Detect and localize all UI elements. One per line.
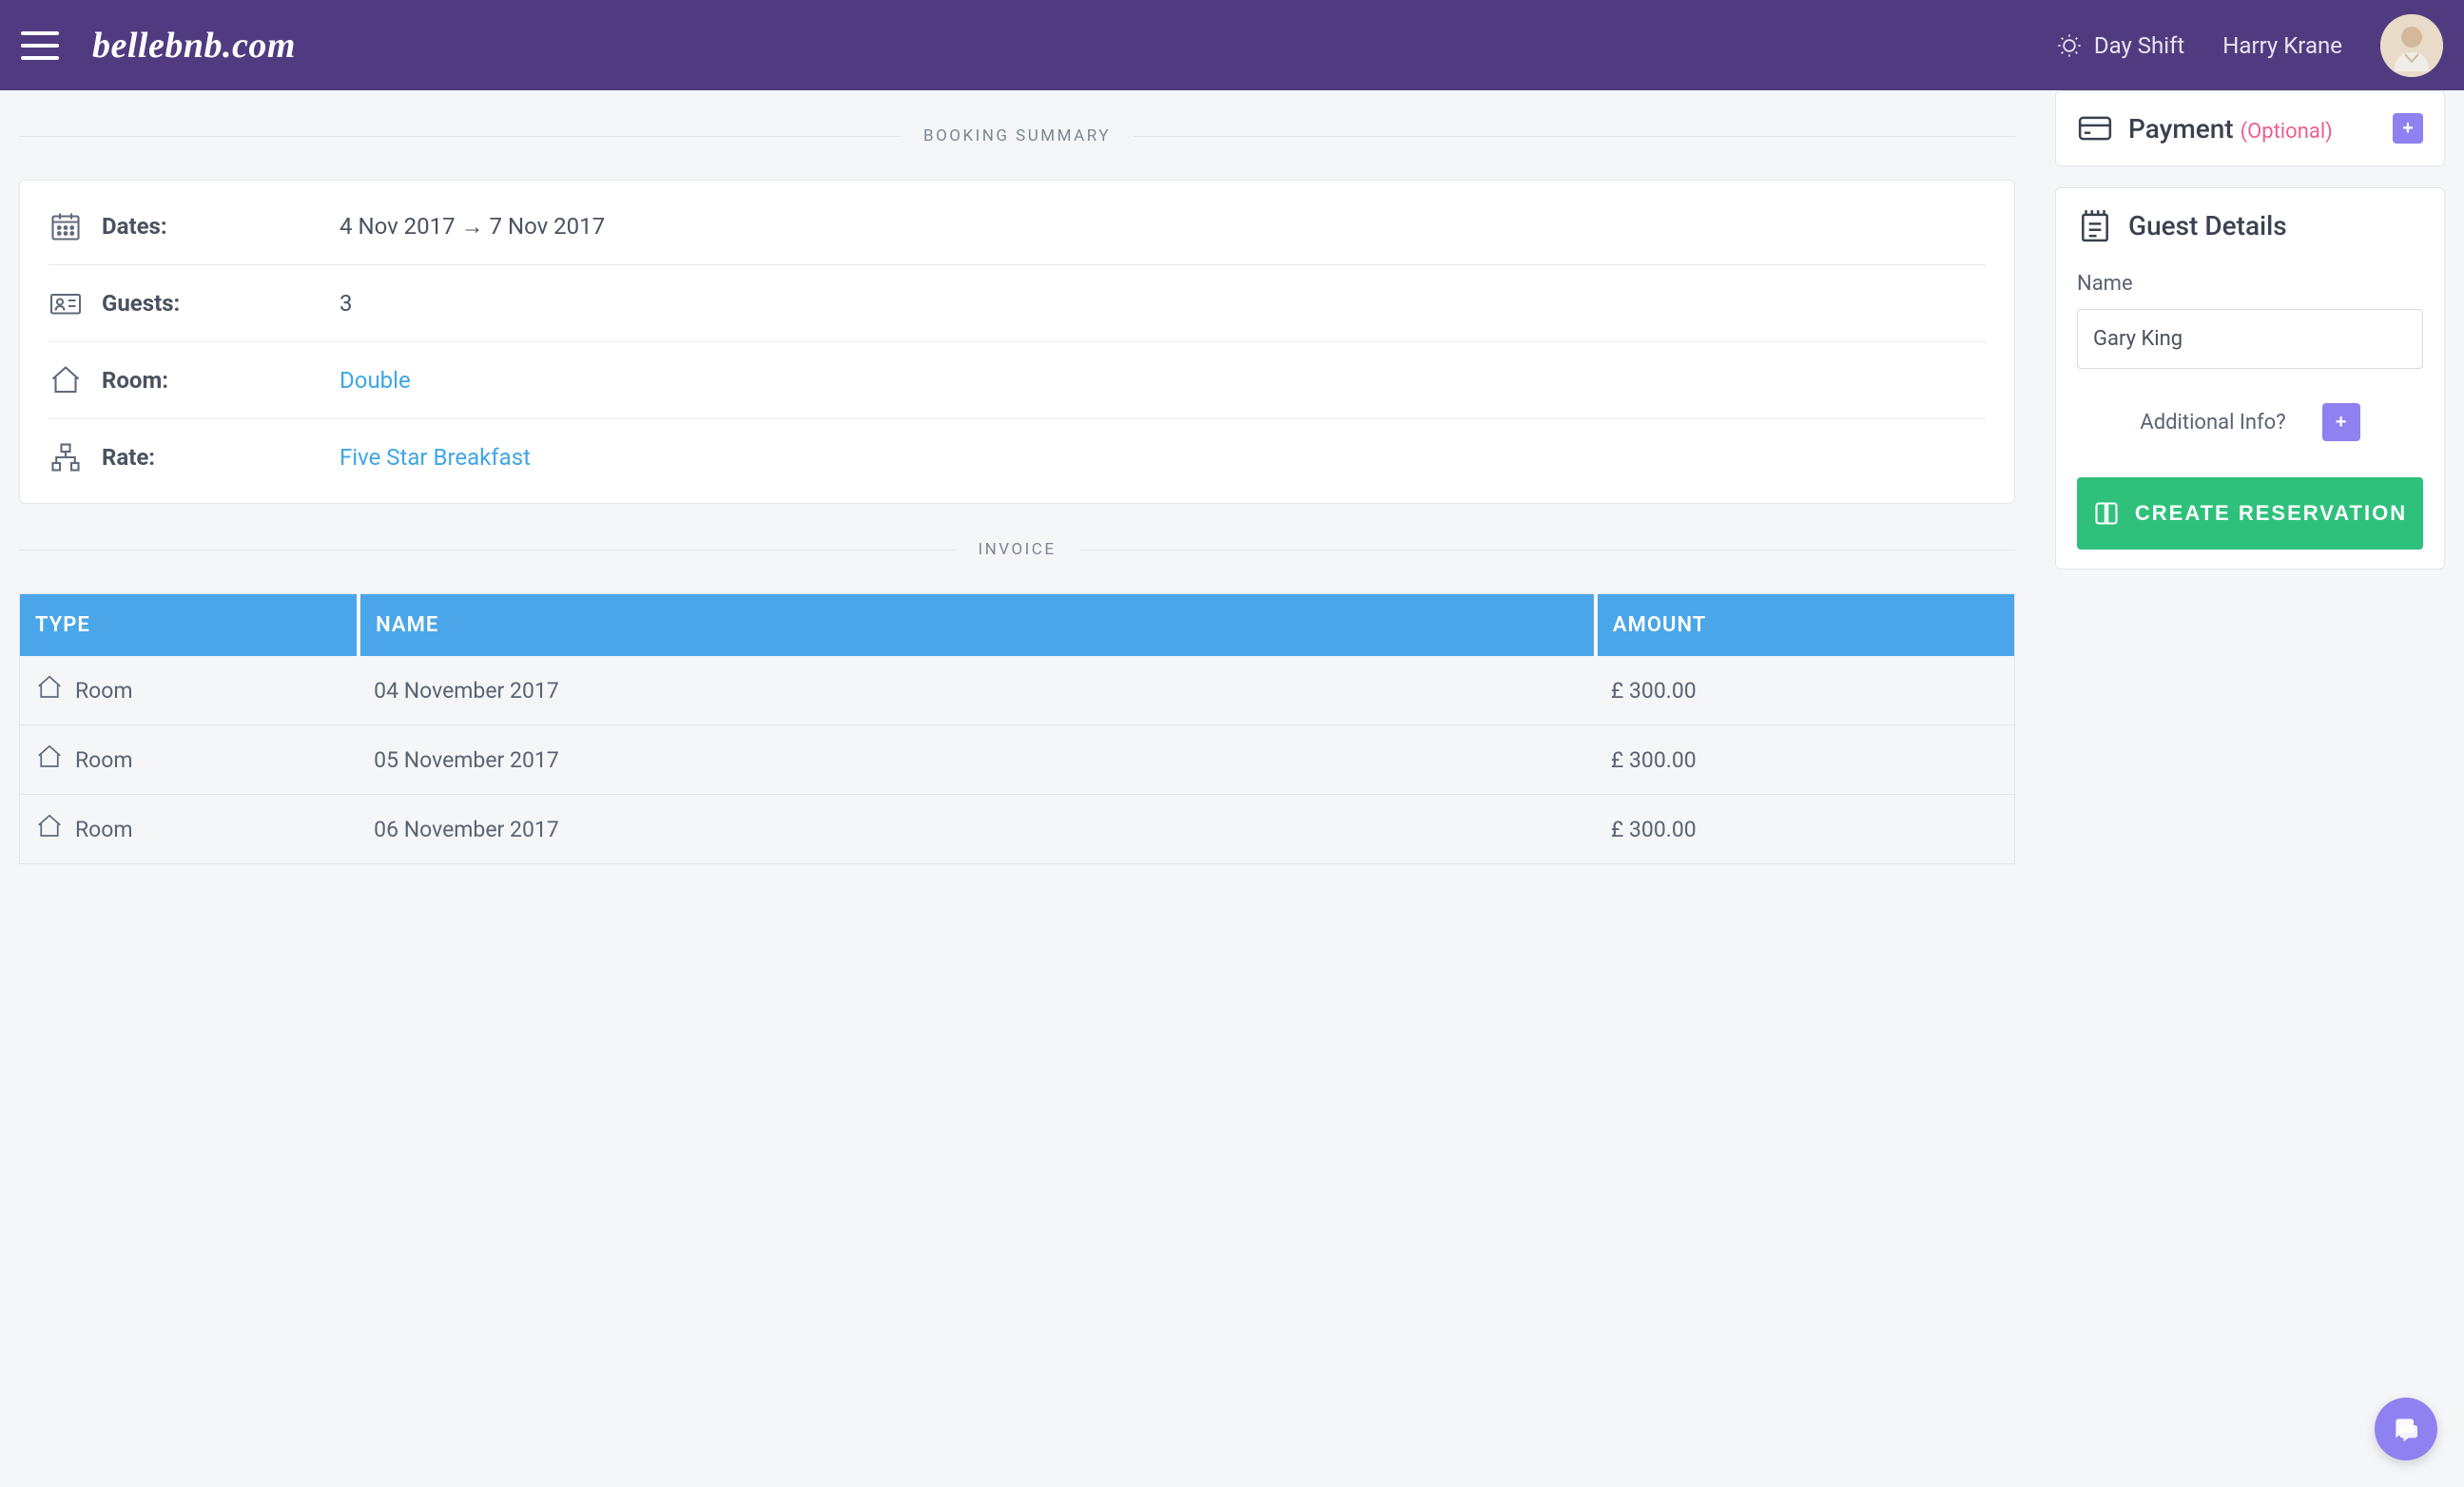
- summary-label: Dates:: [102, 213, 320, 240]
- th-type: TYPE: [20, 594, 359, 657]
- table-row: Room05 November 2017£ 300.00: [20, 725, 2015, 795]
- calendar-icon: [49, 209, 83, 243]
- summary-row-dates: Dates: 4 Nov 2017 → 7 Nov 2017: [49, 188, 1986, 265]
- shift-label: Day Shift: [2094, 32, 2184, 59]
- summary-row-guests: Guests: 3: [49, 265, 1986, 342]
- add-info-button[interactable]: +: [2322, 403, 2360, 441]
- book-icon: [2093, 500, 2120, 527]
- th-amount: AMOUNT: [1596, 594, 2015, 657]
- house-icon: [35, 812, 64, 846]
- cell-amount: £ 300.00: [1596, 795, 2015, 864]
- payment-title: Payment (Optional): [2128, 113, 2377, 145]
- cell-name: 05 November 2017: [359, 725, 1596, 795]
- hierarchy-icon: [49, 440, 83, 474]
- logo[interactable]: bellebnb.com: [92, 25, 296, 67]
- cell-type: Room: [20, 656, 359, 725]
- cell-type: Room: [20, 795, 359, 864]
- summary-label: Guests:: [102, 290, 320, 317]
- invoice-table: TYPE NAME AMOUNT Room04 November 2017£ 3…: [19, 593, 2015, 864]
- guest-details-card: Guest Details Name Additional Info? + CR…: [2055, 187, 2445, 570]
- summary-card: Dates: 4 Nov 2017 → 7 Nov 2017 Guests: 3…: [19, 180, 2015, 504]
- cell-name: 06 November 2017: [359, 795, 1596, 864]
- shift-toggle[interactable]: Day Shift: [2056, 32, 2184, 59]
- house-icon: [35, 743, 64, 777]
- chat-icon: [2391, 1414, 2421, 1444]
- rate-link[interactable]: Five Star Breakfast: [340, 444, 531, 471]
- create-reservation-button[interactable]: CREATE RESERVATION: [2077, 477, 2423, 550]
- cell-amount: £ 300.00: [1596, 725, 2015, 795]
- id-card-icon: [49, 286, 83, 320]
- section-divider-summary: BOOKING SUMMARY: [19, 126, 2015, 145]
- payment-card: Payment (Optional) +: [2055, 90, 2445, 166]
- room-link[interactable]: Double: [340, 367, 411, 394]
- summary-row-room: Room: Double: [49, 342, 1986, 419]
- name-label: Name: [2077, 272, 2423, 296]
- th-name: NAME: [359, 594, 1596, 657]
- section-divider-invoice: INVOICE: [19, 540, 2015, 559]
- credit-card-icon: [2077, 110, 2113, 146]
- summary-label: Room:: [102, 367, 320, 394]
- guest-details-title: Guest Details: [2128, 210, 2423, 241]
- guest-name-input[interactable]: [2077, 309, 2423, 369]
- house-icon: [35, 673, 64, 707]
- menu-icon[interactable]: [21, 31, 59, 60]
- app-header: bellebnb.com Day Shift Harry Krane: [0, 0, 2464, 90]
- summary-value: 3: [340, 290, 353, 317]
- payment-optional: (Optional): [2241, 120, 2333, 144]
- sun-icon: [2056, 32, 2083, 59]
- section-title: BOOKING SUMMARY: [901, 126, 1134, 145]
- section-title: INVOICE: [956, 540, 1079, 559]
- table-row: Room04 November 2017£ 300.00: [20, 656, 2015, 725]
- summary-label: Rate:: [102, 444, 320, 471]
- table-row: Room06 November 2017£ 300.00: [20, 795, 2015, 864]
- house-icon: [49, 363, 83, 397]
- summary-value: 4 Nov 2017 → 7 Nov 2017: [340, 213, 605, 241]
- summary-row-rate: Rate: Five Star Breakfast: [49, 419, 1986, 495]
- notepad-icon: [2077, 207, 2113, 243]
- add-payment-button[interactable]: +: [2393, 113, 2423, 144]
- cell-type: Room: [20, 725, 359, 795]
- additional-info-label: Additional Info?: [2140, 411, 2285, 435]
- chat-button[interactable]: [2375, 1398, 2437, 1460]
- user-name[interactable]: Harry Krane: [2222, 32, 2342, 59]
- cell-name: 04 November 2017: [359, 656, 1596, 725]
- cell-amount: £ 300.00: [1596, 656, 2015, 725]
- avatar[interactable]: [2380, 14, 2443, 77]
